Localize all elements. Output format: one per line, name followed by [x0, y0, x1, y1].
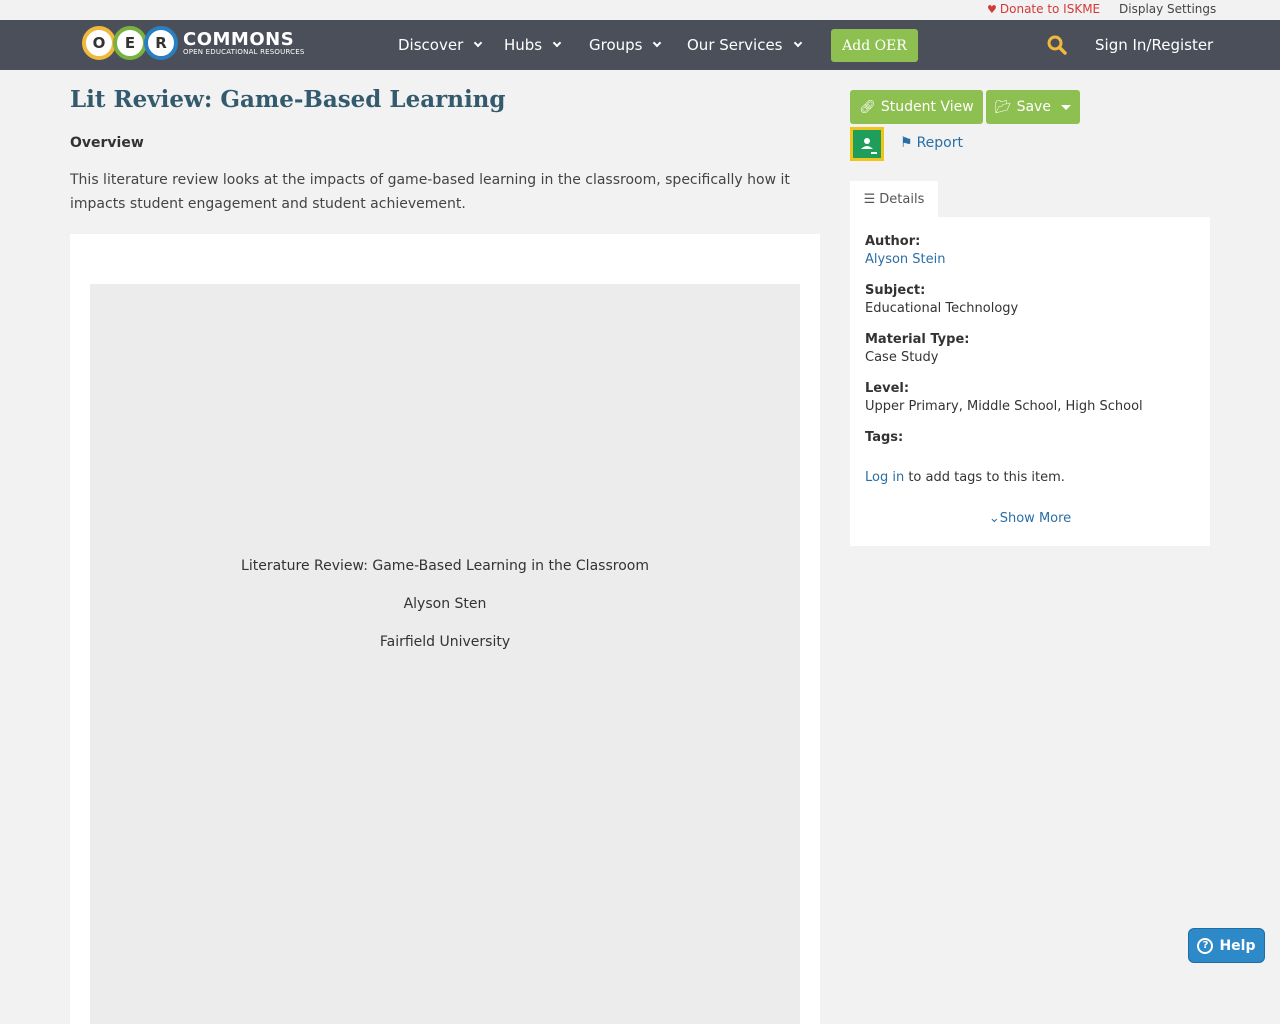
- logo-subtitle: OPEN EDUCATIONAL RESOURCES: [183, 47, 305, 56]
- tags-login-prompt: Log in to add tags to this item.: [865, 470, 1065, 485]
- overview-text: This literature review looks at the impa…: [70, 172, 790, 212]
- display-settings-link[interactable]: Display Settings: [1119, 2, 1216, 16]
- sign-in-register-link[interactable]: Sign In/Register: [1095, 36, 1213, 54]
- show-more-link[interactable]: ⌄Show More: [850, 511, 1210, 526]
- student-view-label: Student View: [880, 99, 974, 115]
- add-oer-button[interactable]: Add OER: [831, 29, 918, 62]
- tab-details-label: Details: [879, 192, 925, 207]
- chevron-down-icon: [552, 38, 562, 48]
- nav-hubs-label: Hubs: [504, 36, 543, 54]
- logo-word: COMMONS: [183, 28, 295, 50]
- flag-icon: ⚑: [900, 135, 913, 151]
- report-label: Report: [916, 135, 963, 151]
- heart-icon: ♥: [987, 3, 997, 16]
- donate-link[interactable]: ♥ Donate to ISKME: [987, 2, 1100, 16]
- material-type-label: Material Type:: [865, 332, 970, 347]
- tags-login-suffix: to add tags to this item.: [904, 470, 1065, 485]
- list-icon: ☰: [863, 192, 876, 207]
- folder-open-icon: 📂︎: [995, 99, 1012, 115]
- caret-down-icon: [1060, 104, 1071, 110]
- tab-details[interactable]: ☰ Details: [850, 181, 938, 218]
- show-more-label: Show More: [999, 511, 1072, 526]
- logo-letter-o: O: [82, 26, 116, 60]
- chevron-down-icon: [473, 38, 483, 48]
- nav-discover-label: Discover: [398, 36, 464, 54]
- student-view-button[interactable]: 🔗︎ Student View: [850, 90, 983, 124]
- utility-bar: ♥ Donate to ISKME Display Settings: [0, 0, 1280, 20]
- help-label: Help: [1219, 937, 1256, 954]
- logo-letter-r: R: [144, 26, 178, 60]
- document-title-line: Literature Review: Game-Based Learning i…: [241, 558, 649, 574]
- report-link[interactable]: ⚑ Report: [900, 135, 963, 151]
- google-classroom-icon: [861, 138, 877, 154]
- google-classroom-share-button[interactable]: [850, 127, 884, 161]
- chevron-down-icon: [653, 38, 662, 48]
- oer-commons-logo[interactable]: O E R COMMONS OPEN EDUCATIONAL RESOURCES: [82, 25, 305, 61]
- nav-groups[interactable]: Groups: [589, 36, 662, 54]
- subject-value: Educational Technology: [865, 301, 1019, 316]
- document-page[interactable]: Literature Review: Game-Based Learning i…: [90, 284, 800, 1024]
- donate-label: Donate to ISKME: [999, 2, 1101, 16]
- tags-label: Tags:: [865, 430, 904, 445]
- nav-discover[interactable]: Discover: [398, 36, 483, 54]
- level-label: Level:: [865, 381, 910, 396]
- level-value: Upper Primary, Middle School, High Schoo…: [865, 399, 1143, 414]
- nav-our-services[interactable]: Our Services: [687, 36, 802, 54]
- save-button[interactable]: 📂︎ Save: [986, 90, 1080, 124]
- log-in-link[interactable]: Log in: [865, 470, 904, 485]
- material-type-value: Case Study: [865, 350, 939, 365]
- link-icon: 🔗︎: [859, 99, 876, 115]
- logo-letter-e: E: [113, 26, 147, 60]
- page-title: Lit Review: Game-Based Learning: [70, 86, 506, 113]
- main-navbar: O E R COMMONS OPEN EDUCATIONAL RESOURCES…: [0, 20, 1280, 70]
- nav-groups-label: Groups: [589, 36, 643, 54]
- author-label: Author:: [865, 234, 921, 249]
- overview-heading: Overview: [70, 135, 144, 151]
- nav-hubs[interactable]: Hubs: [504, 36, 562, 54]
- nav-our-services-label: Our Services: [687, 36, 783, 54]
- chevron-down-icon: ⌄: [988, 511, 1000, 526]
- save-label: Save: [1016, 99, 1051, 115]
- details-panel: Author: Alyson Stein Subject: Educationa…: [850, 217, 1210, 546]
- chevron-down-icon: [793, 38, 802, 48]
- question-icon: ?: [1197, 937, 1214, 954]
- help-button[interactable]: ? Help: [1188, 928, 1265, 963]
- logo-wordmark: COMMONS OPEN EDUCATIONAL RESOURCES: [183, 28, 305, 56]
- document-institution-line: Fairfield University: [379, 634, 511, 650]
- author-link[interactable]: Alyson Stein: [865, 252, 946, 267]
- document-author-line: Alyson Sten: [403, 596, 487, 612]
- search-icon[interactable]: [1047, 35, 1067, 55]
- subject-label: Subject:: [865, 283, 926, 298]
